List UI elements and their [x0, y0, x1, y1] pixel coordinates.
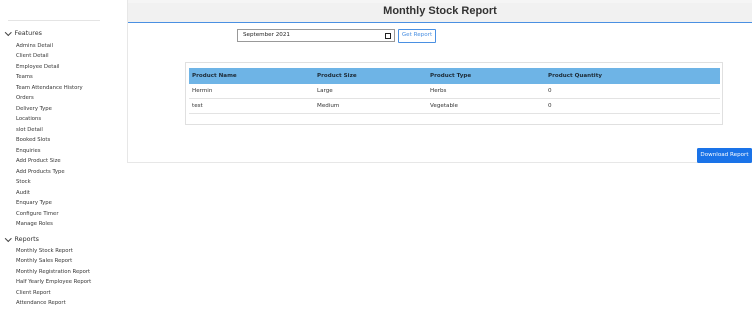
column-header-product-quantity: Product Quantity [548, 72, 603, 79]
sidebar-item-half-yearly-employee-report[interactable]: Half Yearly Employee Report [16, 277, 91, 288]
month-picker-input[interactable]: September 2021 [237, 29, 395, 42]
table-header-row: Product Name Product Size Product Type P… [189, 68, 720, 84]
reports-section-toggle[interactable]: Reports [5, 234, 40, 243]
sidebar-item-add-products-type[interactable]: Add Products Type [16, 167, 83, 178]
table-row: test Medium Vegetable 0 [189, 99, 720, 114]
page-title: Monthly Stock Report [383, 5, 497, 17]
sidebar-item-employee-detail[interactable]: Employee Detail [16, 62, 83, 73]
sidebar-item-add-product-size[interactable]: Add Product Size [16, 156, 83, 167]
cell-product-type: Vegetable [430, 103, 458, 109]
column-header-product-size: Product Size [317, 72, 357, 79]
month-picker-value: September 2021 [243, 32, 290, 38]
cell-product-name: Hermin [192, 88, 213, 94]
sidebar-item-teams[interactable]: Teams [16, 72, 83, 83]
report-panel: Monthly Stock Report September 2021 Get … [127, 0, 752, 163]
sidebar-item-configure-timer[interactable]: Configure Timer [16, 209, 83, 220]
sidebar-item-team-attendance-history[interactable]: Team Attendance History [16, 83, 83, 94]
sidebar-item-delivery-type[interactable]: Delivery Type [16, 104, 83, 115]
calendar-icon[interactable] [385, 32, 391, 39]
stock-report-table: Product Name Product Size Product Type P… [185, 62, 723, 125]
sidebar-item-stock[interactable]: Stock [16, 177, 83, 188]
sidebar-item-monthly-stock-report[interactable]: Monthly Stock Report [16, 246, 91, 257]
sidebar-item-orders[interactable]: Orders [16, 93, 83, 104]
sidebar-item-slot-detail[interactable]: slot Detail [16, 125, 83, 136]
features-section-label: Features [14, 29, 42, 37]
sidebar-item-locations[interactable]: Locations [16, 114, 83, 125]
column-header-product-type: Product Type [430, 72, 472, 79]
chevron-down-icon [5, 28, 12, 36]
features-menu: Admins Detail Client Detail Employee Det… [16, 41, 83, 230]
sidebar-item-attendance-report[interactable]: Attendance Report [16, 298, 91, 309]
sidebar-item-client-detail[interactable]: Client Detail [16, 51, 83, 62]
sidebar-item-audit[interactable]: Audit [16, 188, 83, 199]
sidebar-item-booked-slots[interactable]: Booked Slots [16, 135, 83, 146]
sidebar-item-client-report[interactable]: Client Report [16, 288, 91, 299]
sidebar-item-enquiries[interactable]: Enquiries [16, 146, 83, 157]
sidebar: Features Admins Detail Client Detail Emp… [0, 0, 122, 309]
cell-product-size: Medium [317, 103, 340, 109]
features-section-toggle[interactable]: Features [5, 28, 42, 37]
get-report-button[interactable]: Get Report [398, 28, 436, 43]
sidebar-item-manage-roles[interactable]: Manage Roles [16, 219, 83, 230]
download-report-button[interactable]: Download Report [697, 148, 752, 163]
cell-product-size: Large [317, 88, 333, 94]
cell-product-name: test [192, 103, 203, 109]
sidebar-divider [8, 20, 100, 21]
cell-product-quantity: 0 [548, 103, 552, 109]
page-header: Monthly Stock Report [128, 3, 752, 23]
sidebar-item-monthly-registration-report[interactable]: Monthly Registration Report [16, 267, 91, 278]
cell-product-quantity: 0 [548, 88, 552, 94]
table-row: Hermin Large Herbs 0 [189, 84, 720, 99]
chevron-down-icon [5, 234, 12, 242]
reports-section-label: Reports [14, 235, 40, 243]
sidebar-item-admins-detail[interactable]: Admins Detail [16, 41, 83, 52]
reports-menu: Monthly Stock Report Monthly Sales Repor… [16, 246, 91, 309]
column-header-product-name: Product Name [192, 72, 237, 79]
sidebar-item-enquary-type[interactable]: Enquary Type [16, 198, 83, 209]
cell-product-type: Herbs [430, 88, 447, 94]
sidebar-item-monthly-sales-report[interactable]: Monthly Sales Report [16, 256, 91, 267]
